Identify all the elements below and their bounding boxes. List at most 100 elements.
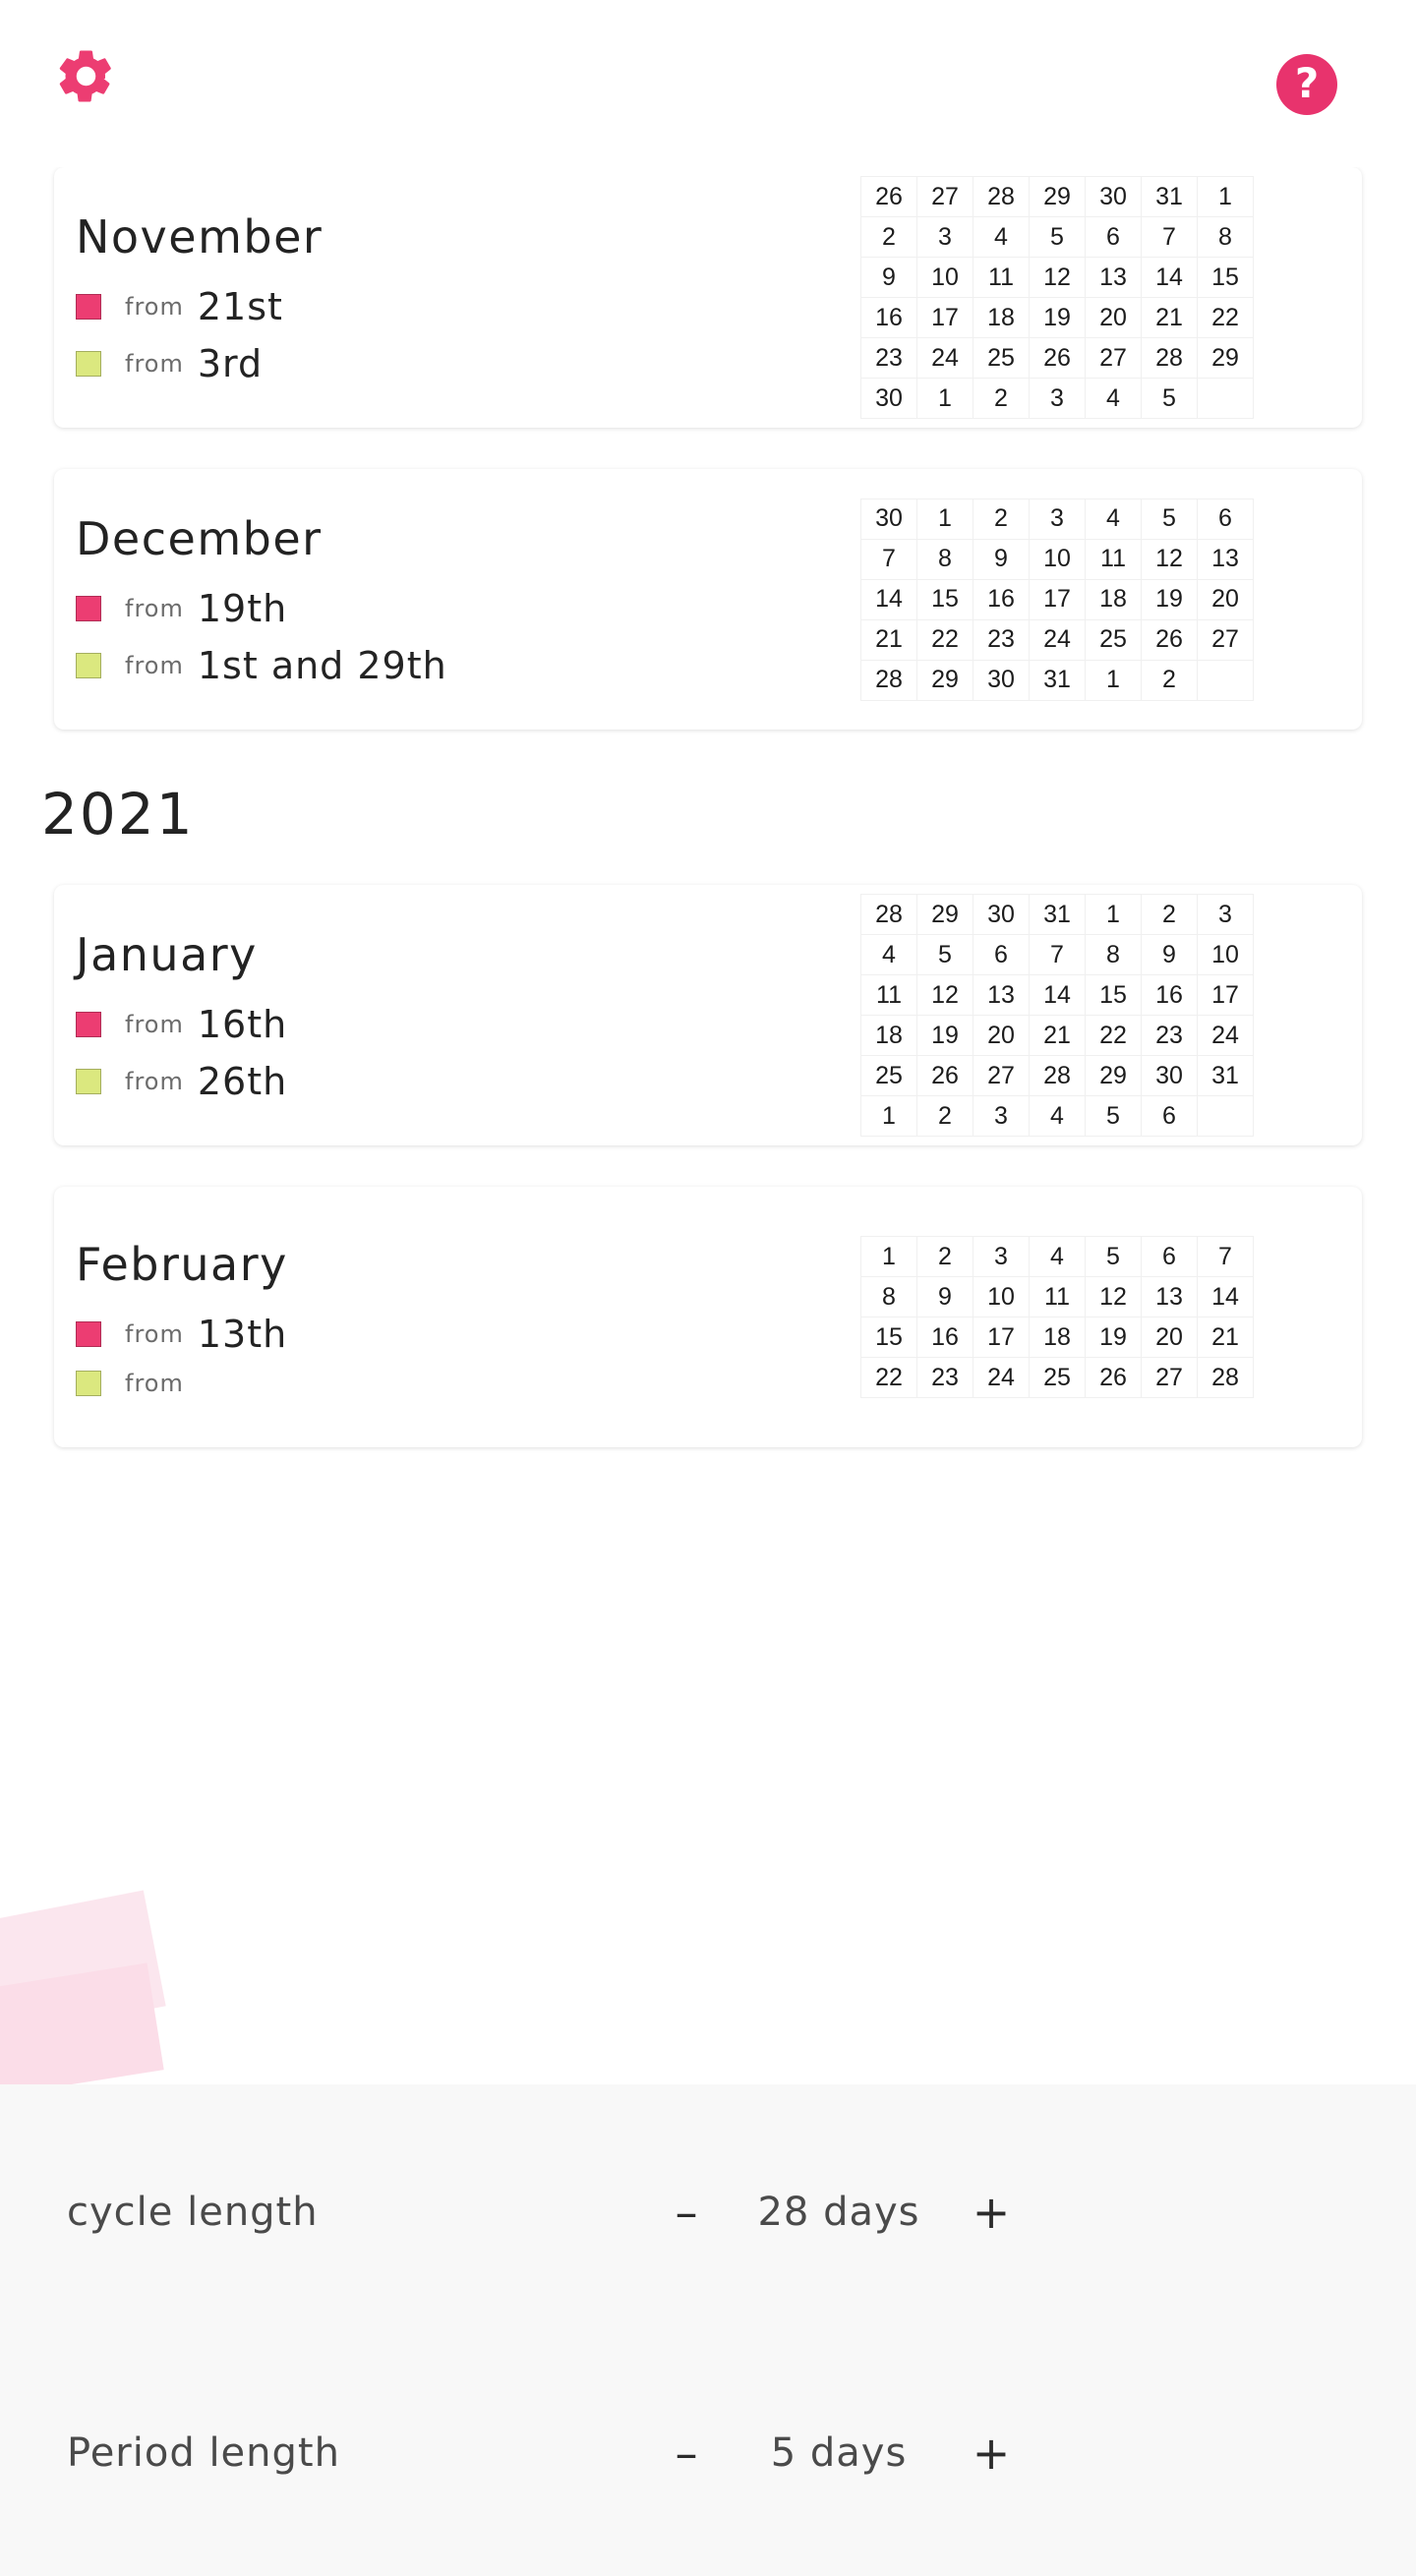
calendar-day-cell[interactable]: 15 [1197,257,1254,298]
calendar-day-cell[interactable]: 19 [1029,297,1086,338]
help-button[interactable]: ? [1276,54,1337,115]
calendar-day-cell[interactable]: 19 [1085,1317,1142,1358]
calendar-day-cell[interactable]: 14 [1197,1276,1254,1317]
calendar-day-cell[interactable]: 6 [1085,216,1142,258]
cycle-length-decrement-button[interactable]: – [657,2190,716,2235]
calendar-day-cell[interactable]: 30 [1141,1055,1198,1096]
calendar-day-cell[interactable]: 5 [1085,1236,1142,1277]
calendar-day-cell[interactable]: 31 [1197,1055,1254,1096]
calendar-day-cell[interactable]: 27 [1085,337,1142,379]
calendar-day-cell[interactable]: 21 [1029,1015,1086,1056]
calendar-day-cell[interactable]: 2 [973,378,1030,419]
calendar-day-cell[interactable]: 6 [1197,498,1254,540]
month-card-january[interactable]: January from 16th from 26th 28 29 30 31 1 2 3 4… [54,885,1362,1145]
calendar-day-cell[interactable]: 11 [1029,1276,1086,1317]
calendar-day-cell[interactable]: 16 [916,1317,974,1358]
cycle-length-increment-button[interactable]: + [962,2190,1021,2235]
calendar-day-cell[interactable]: 26 [916,1055,974,1096]
calendar-day-cell[interactable]: 25 [1029,1357,1086,1398]
calendar-day-cell[interactable]: 15 [860,1317,917,1358]
calendar-day-cell[interactable]: 5 [1085,1095,1142,1137]
calendar-day-cell[interactable]: 23 [1141,1015,1198,1056]
calendar-day-cell[interactable]: 2 [860,216,917,258]
calendar-day-cell[interactable]: 22 [1085,1015,1142,1056]
calendar-day-cell[interactable]: 8 [916,538,974,580]
calendar-day-cell[interactable]: 31 [1029,894,1086,935]
calendar-day-cell[interactable]: 17 [916,297,974,338]
calendar-day-cell[interactable]: 10 [1029,538,1086,580]
calendar-day-cell[interactable]: 3 [1197,894,1254,935]
calendar-day-cell[interactable]: 30 [860,498,917,540]
calendar-day-cell[interactable]: 15 [916,578,974,620]
mini-calendar[interactable]: 1 2 3 4 5 6 7 8 9 10 11 12 13 14 15 16 17 18 19 20 21 22 23 24 2… [860,1236,1254,1398]
calendar-day-cell[interactable]: 29 [1197,337,1254,379]
calendar-day-cell[interactable]: 17 [1197,974,1254,1016]
calendar-day-cell[interactable]: 5 [916,934,974,975]
calendar-day-cell[interactable]: 22 [1197,297,1254,338]
calendar-day-cell[interactable]: 28 [1141,337,1198,379]
calendar-day-cell[interactable]: 2 [916,1095,974,1137]
calendar-day-cell[interactable]: 22 [860,1357,917,1398]
calendar-day-cell[interactable]: 6 [1141,1095,1198,1137]
calendar-day-cell[interactable]: 8 [860,1276,917,1317]
calendar-day-cell[interactable]: 23 [860,337,917,379]
calendar-day-cell[interactable]: 3 [1029,498,1086,540]
calendar-day-cell[interactable]: 4 [973,216,1030,258]
calendar-day-cell[interactable]: 1 [1085,659,1142,701]
calendar-day-cell[interactable]: 21 [860,618,917,661]
calendar-day-cell[interactable]: 27 [1141,1357,1198,1398]
calendar-day-cell[interactable]: 2 [973,498,1030,540]
calendar-day-cell[interactable]: 25 [1085,618,1142,661]
calendar-day-cell[interactable]: 1 [916,498,974,540]
calendar-day-cell[interactable]: 9 [973,538,1030,580]
calendar-day-cell[interactable]: 7 [1197,1236,1254,1277]
calendar-day-cell[interactable]: 22 [916,618,974,661]
calendar-day-cell[interactable]: 24 [1029,618,1086,661]
calendar-day-cell[interactable]: 30 [973,659,1030,701]
calendar-day-cell[interactable]: 4 [860,934,917,975]
calendar-day-cell[interactable]: 13 [973,974,1030,1016]
calendar-day-cell[interactable]: 29 [1029,176,1086,217]
calendar-day-cell[interactable]: 13 [1085,257,1142,298]
calendar-day-cell[interactable]: 25 [860,1055,917,1096]
calendar-day-cell[interactable]: 20 [1197,578,1254,620]
calendar-day-cell[interactable]: 12 [916,974,974,1016]
calendar-scroll-area[interactable]: November from 21st from 3rd 26 27 28 29 30 31… [0,167,1416,2084]
calendar-day-cell[interactable]: 6 [1141,1236,1198,1277]
calendar-day-cell[interactable]: 18 [973,297,1030,338]
calendar-day-cell[interactable]: 19 [1141,578,1198,620]
calendar-day-cell[interactable]: 2 [1141,659,1198,701]
calendar-day-cell[interactable]: 31 [1029,659,1086,701]
calendar-day-cell[interactable]: 28 [973,176,1030,217]
calendar-day-cell[interactable]: 3 [973,1236,1030,1277]
mini-calendar[interactable]: 30 1 2 3 4 5 6 7 8 9 10 11 12 13 14 15 16 17 18 19 20 21 22 23 2… [860,498,1254,701]
calendar-day-cell[interactable]: 13 [1197,538,1254,580]
month-card-december[interactable]: December from 19th from 1st and 29th 30 1… [54,469,1362,730]
calendar-day-cell[interactable]: 20 [1085,297,1142,338]
calendar-day-cell[interactable]: 7 [860,538,917,580]
calendar-day-cell[interactable]: 9 [916,1276,974,1317]
calendar-day-cell[interactable]: 10 [1197,934,1254,975]
calendar-day-cell[interactable]: 9 [860,257,917,298]
calendar-day-cell[interactable]: 28 [860,659,917,701]
calendar-day-cell[interactable]: 1 [1085,894,1142,935]
calendar-day-cell[interactable]: 20 [973,1015,1030,1056]
calendar-day-cell[interactable]: 1 [1197,176,1254,217]
calendar-day-cell[interactable]: 5 [1141,378,1198,419]
calendar-day-cell[interactable]: 13 [1141,1276,1198,1317]
calendar-day-cell[interactable]: 26 [1029,337,1086,379]
calendar-day-cell[interactable]: 16 [973,578,1030,620]
calendar-day-cell[interactable]: 12 [1029,257,1086,298]
calendar-day-cell[interactable]: 8 [1085,934,1142,975]
period-length-decrement-button[interactable]: – [657,2430,716,2476]
calendar-day-cell[interactable]: 26 [860,176,917,217]
calendar-day-cell[interactable]: 7 [1141,216,1198,258]
calendar-day-cell[interactable]: 4 [1085,378,1142,419]
calendar-day-cell[interactable]: 2 [916,1236,974,1277]
calendar-day-cell[interactable]: 10 [916,257,974,298]
calendar-day-cell[interactable]: 12 [1085,1276,1142,1317]
calendar-day-cell[interactable]: 3 [973,1095,1030,1137]
calendar-day-cell[interactable]: 14 [1029,974,1086,1016]
calendar-day-cell[interactable]: 7 [1029,934,1086,975]
calendar-day-cell[interactable]: 3 [1029,378,1086,419]
